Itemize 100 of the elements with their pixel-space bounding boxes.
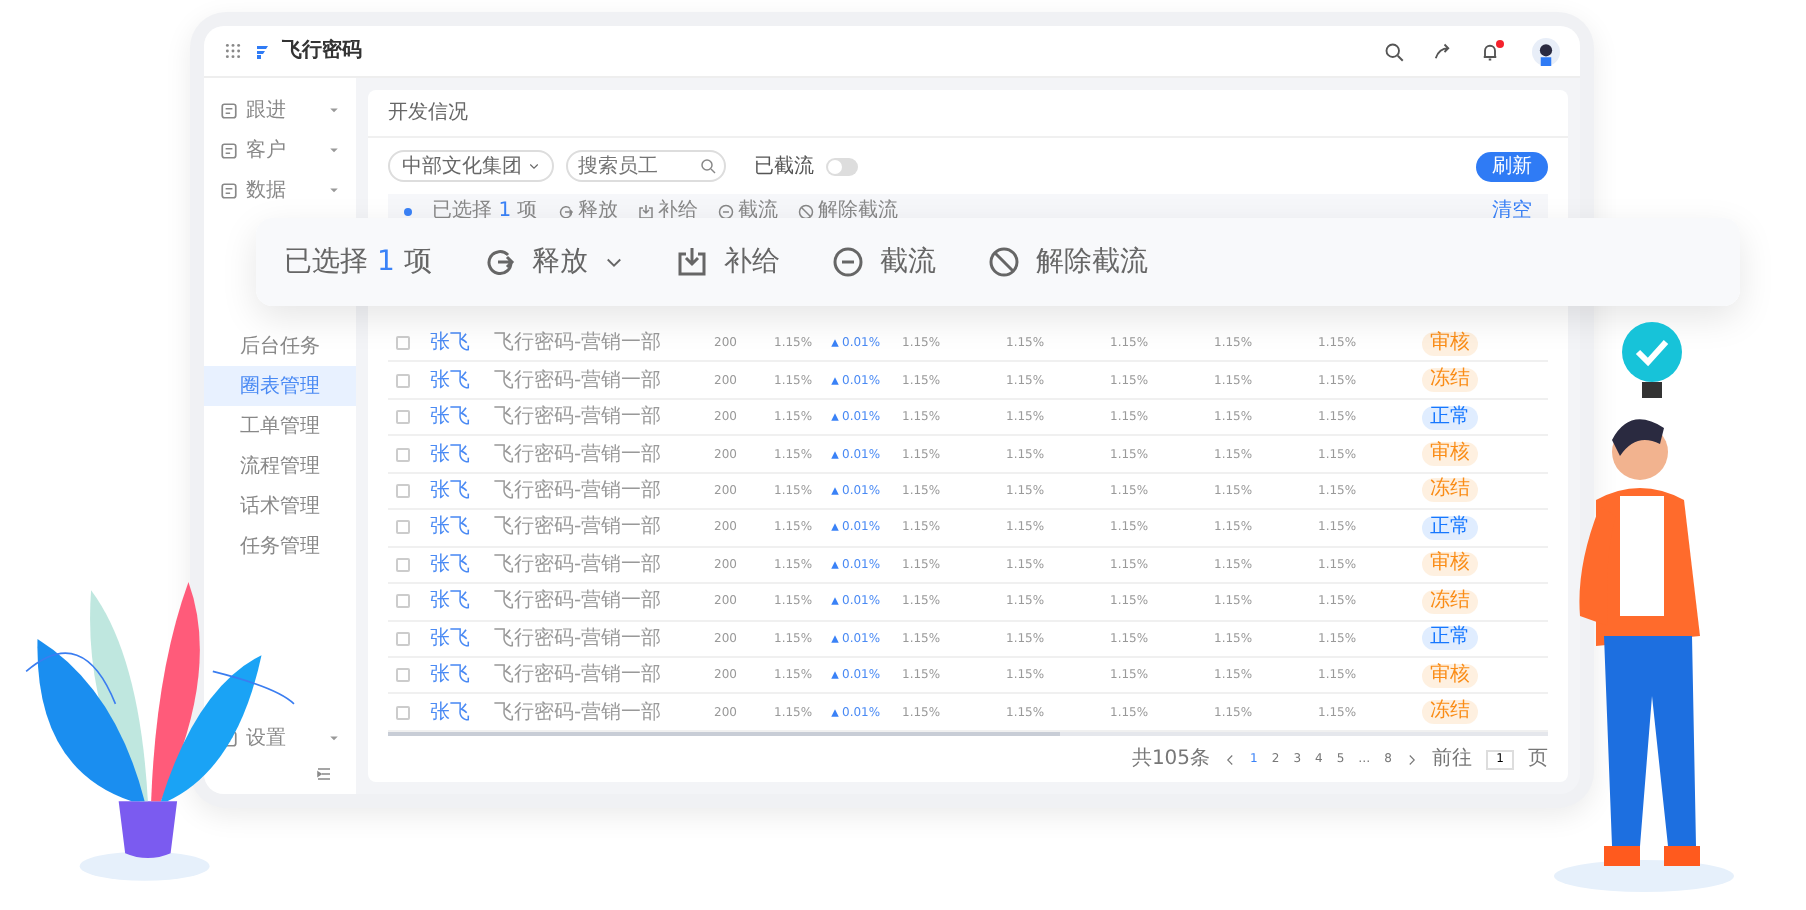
logo-icon xyxy=(254,41,270,61)
row-checkbox[interactable] xyxy=(396,373,410,388)
sidebar-item[interactable]: 任务管理 xyxy=(204,526,356,566)
status-tag: 冻结 xyxy=(1422,589,1478,614)
sidebar-item[interactable]: 工单管理 xyxy=(204,406,356,446)
status-tag: 冻结 xyxy=(1422,478,1478,503)
clear-link[interactable]: 清空 xyxy=(1492,196,1532,227)
action-button[interactable]: 补给 xyxy=(637,196,698,227)
name-link[interactable]: 张飞 xyxy=(430,439,494,470)
name-link[interactable]: 张飞 xyxy=(430,623,494,654)
status-tag: 冻结 xyxy=(1422,368,1478,393)
action-button[interactable]: 解除截流 xyxy=(797,196,898,227)
action-button[interactable]: 解除截流 xyxy=(987,241,1148,283)
collapse-icon xyxy=(316,766,332,782)
row-checkbox[interactable] xyxy=(396,705,410,720)
sidebar-item[interactable]: 客户 xyxy=(204,130,356,170)
sidebar-item[interactable]: 流程管理 xyxy=(204,446,356,486)
status-tag: 正常 xyxy=(1422,405,1478,430)
table-cell-text: 飞行密码-营销一部 xyxy=(494,367,664,396)
table-cell-text: 飞行密码-营销一部 xyxy=(494,329,664,359)
prohibited-icon xyxy=(797,203,814,220)
row-checkbox[interactable] xyxy=(396,668,410,683)
row-checkbox[interactable] xyxy=(396,520,410,535)
page-unit: 页 xyxy=(1528,746,1548,774)
company-select[interactable]: 中部文化集团 xyxy=(388,150,554,182)
action-button[interactable]: 释放 xyxy=(557,196,618,227)
selection-count: 已选择 1 项 xyxy=(284,243,432,281)
up-triangle-icon xyxy=(830,559,840,570)
row-checkbox[interactable] xyxy=(396,483,410,498)
toggle-switch[interactable] xyxy=(826,157,858,175)
up-triangle-icon xyxy=(830,338,840,349)
refresh-button[interactable]: 刷新 xyxy=(1476,151,1548,181)
up-triangle-icon xyxy=(830,375,840,386)
bell-icon xyxy=(1480,41,1500,61)
row-checkbox[interactable] xyxy=(396,410,410,425)
minus-circle-icon xyxy=(831,246,864,278)
up-triangle-icon xyxy=(830,485,840,496)
up-triangle-icon xyxy=(830,449,840,460)
table-cell-text: 飞行密码-营销一部 xyxy=(494,661,664,691)
prohibited-icon xyxy=(987,246,1020,278)
circle-arrow-icon xyxy=(483,246,516,278)
dot-icon xyxy=(404,207,412,216)
caret-icon xyxy=(328,144,340,156)
table-cell-text: 飞行密码-营销一部 xyxy=(494,587,664,617)
download-box-icon xyxy=(637,203,654,220)
caret-icon xyxy=(328,104,340,116)
action-button[interactable]: 截流 xyxy=(831,241,936,283)
action-button[interactable]: 截流 xyxy=(717,196,778,227)
sidebar-item[interactable]: 后台任务 xyxy=(204,326,356,366)
sidebar-item[interactable]: 跟进 xyxy=(204,90,356,130)
up-triangle-icon xyxy=(830,522,840,533)
caret-icon xyxy=(528,160,540,172)
status-tag: 冻结 xyxy=(1422,700,1478,725)
status-tag: 审核 xyxy=(1422,663,1478,688)
name-link[interactable]: 张飞 xyxy=(430,697,494,728)
chevron-right-icon xyxy=(1406,753,1418,765)
table-cell-text: 飞行密码-营销一部 xyxy=(494,441,664,470)
name-link[interactable]: 张飞 xyxy=(430,402,494,433)
download-box-icon xyxy=(675,246,708,278)
up-triangle-icon xyxy=(830,596,840,607)
minus-circle-icon xyxy=(717,203,734,220)
table-cell-text: 飞行密码-营销一部 xyxy=(494,477,664,506)
up-triangle-icon xyxy=(830,707,840,718)
table-cell-text: 飞行密码-营销一部 xyxy=(494,625,664,654)
row-checkbox[interactable] xyxy=(396,594,410,609)
name-link[interactable]: 张飞 xyxy=(430,365,494,396)
table-cell-text: 飞行密码-营销一部 xyxy=(494,699,664,728)
selection-count: 已选择 1 项 xyxy=(432,197,538,227)
table-cell-text: 飞行密码-营销一部 xyxy=(494,551,664,580)
up-triangle-icon xyxy=(830,412,840,423)
row-checkbox[interactable] xyxy=(396,336,410,351)
apps-grid-icon xyxy=(224,42,242,60)
search-field[interactable]: 搜索员工 xyxy=(566,150,726,182)
table-cell-text: 飞行密码-营销一部 xyxy=(494,403,664,433)
status-tag: 审核 xyxy=(1422,442,1478,467)
caret-icon xyxy=(328,184,340,196)
name-link[interactable]: 张飞 xyxy=(430,512,494,543)
sidebar-item[interactable]: 数据 xyxy=(204,170,356,210)
table-cell-text: 飞行密码-营销一部 xyxy=(494,513,664,543)
row-checkbox[interactable] xyxy=(396,447,410,462)
app-logo: 飞行密码 xyxy=(282,37,362,66)
status-tag: 审核 xyxy=(1422,552,1478,577)
name-link[interactable]: 张飞 xyxy=(430,328,494,359)
action-button[interactable]: 补给 xyxy=(675,241,780,283)
total-count: 共105条 xyxy=(1131,745,1211,774)
row-checkbox[interactable] xyxy=(396,557,410,572)
up-triangle-icon xyxy=(830,633,840,644)
row-checkbox[interactable] xyxy=(396,631,410,646)
caret-icon xyxy=(328,732,340,744)
sidebar-item[interactable]: 圈表管理 xyxy=(204,366,356,406)
share-icon xyxy=(1432,41,1452,61)
name-link[interactable]: 张飞 xyxy=(430,549,494,580)
chevron-left-icon xyxy=(1224,753,1237,765)
sidebar-item[interactable]: 话术管理 xyxy=(204,486,356,526)
name-link[interactable]: 张飞 xyxy=(430,660,494,691)
action-button[interactable]: 释放 xyxy=(483,241,624,283)
circle-arrow-icon xyxy=(557,203,574,220)
name-link[interactable]: 张飞 xyxy=(430,475,494,506)
name-link[interactable]: 张飞 xyxy=(430,586,494,617)
avatar-icon xyxy=(1532,37,1560,65)
